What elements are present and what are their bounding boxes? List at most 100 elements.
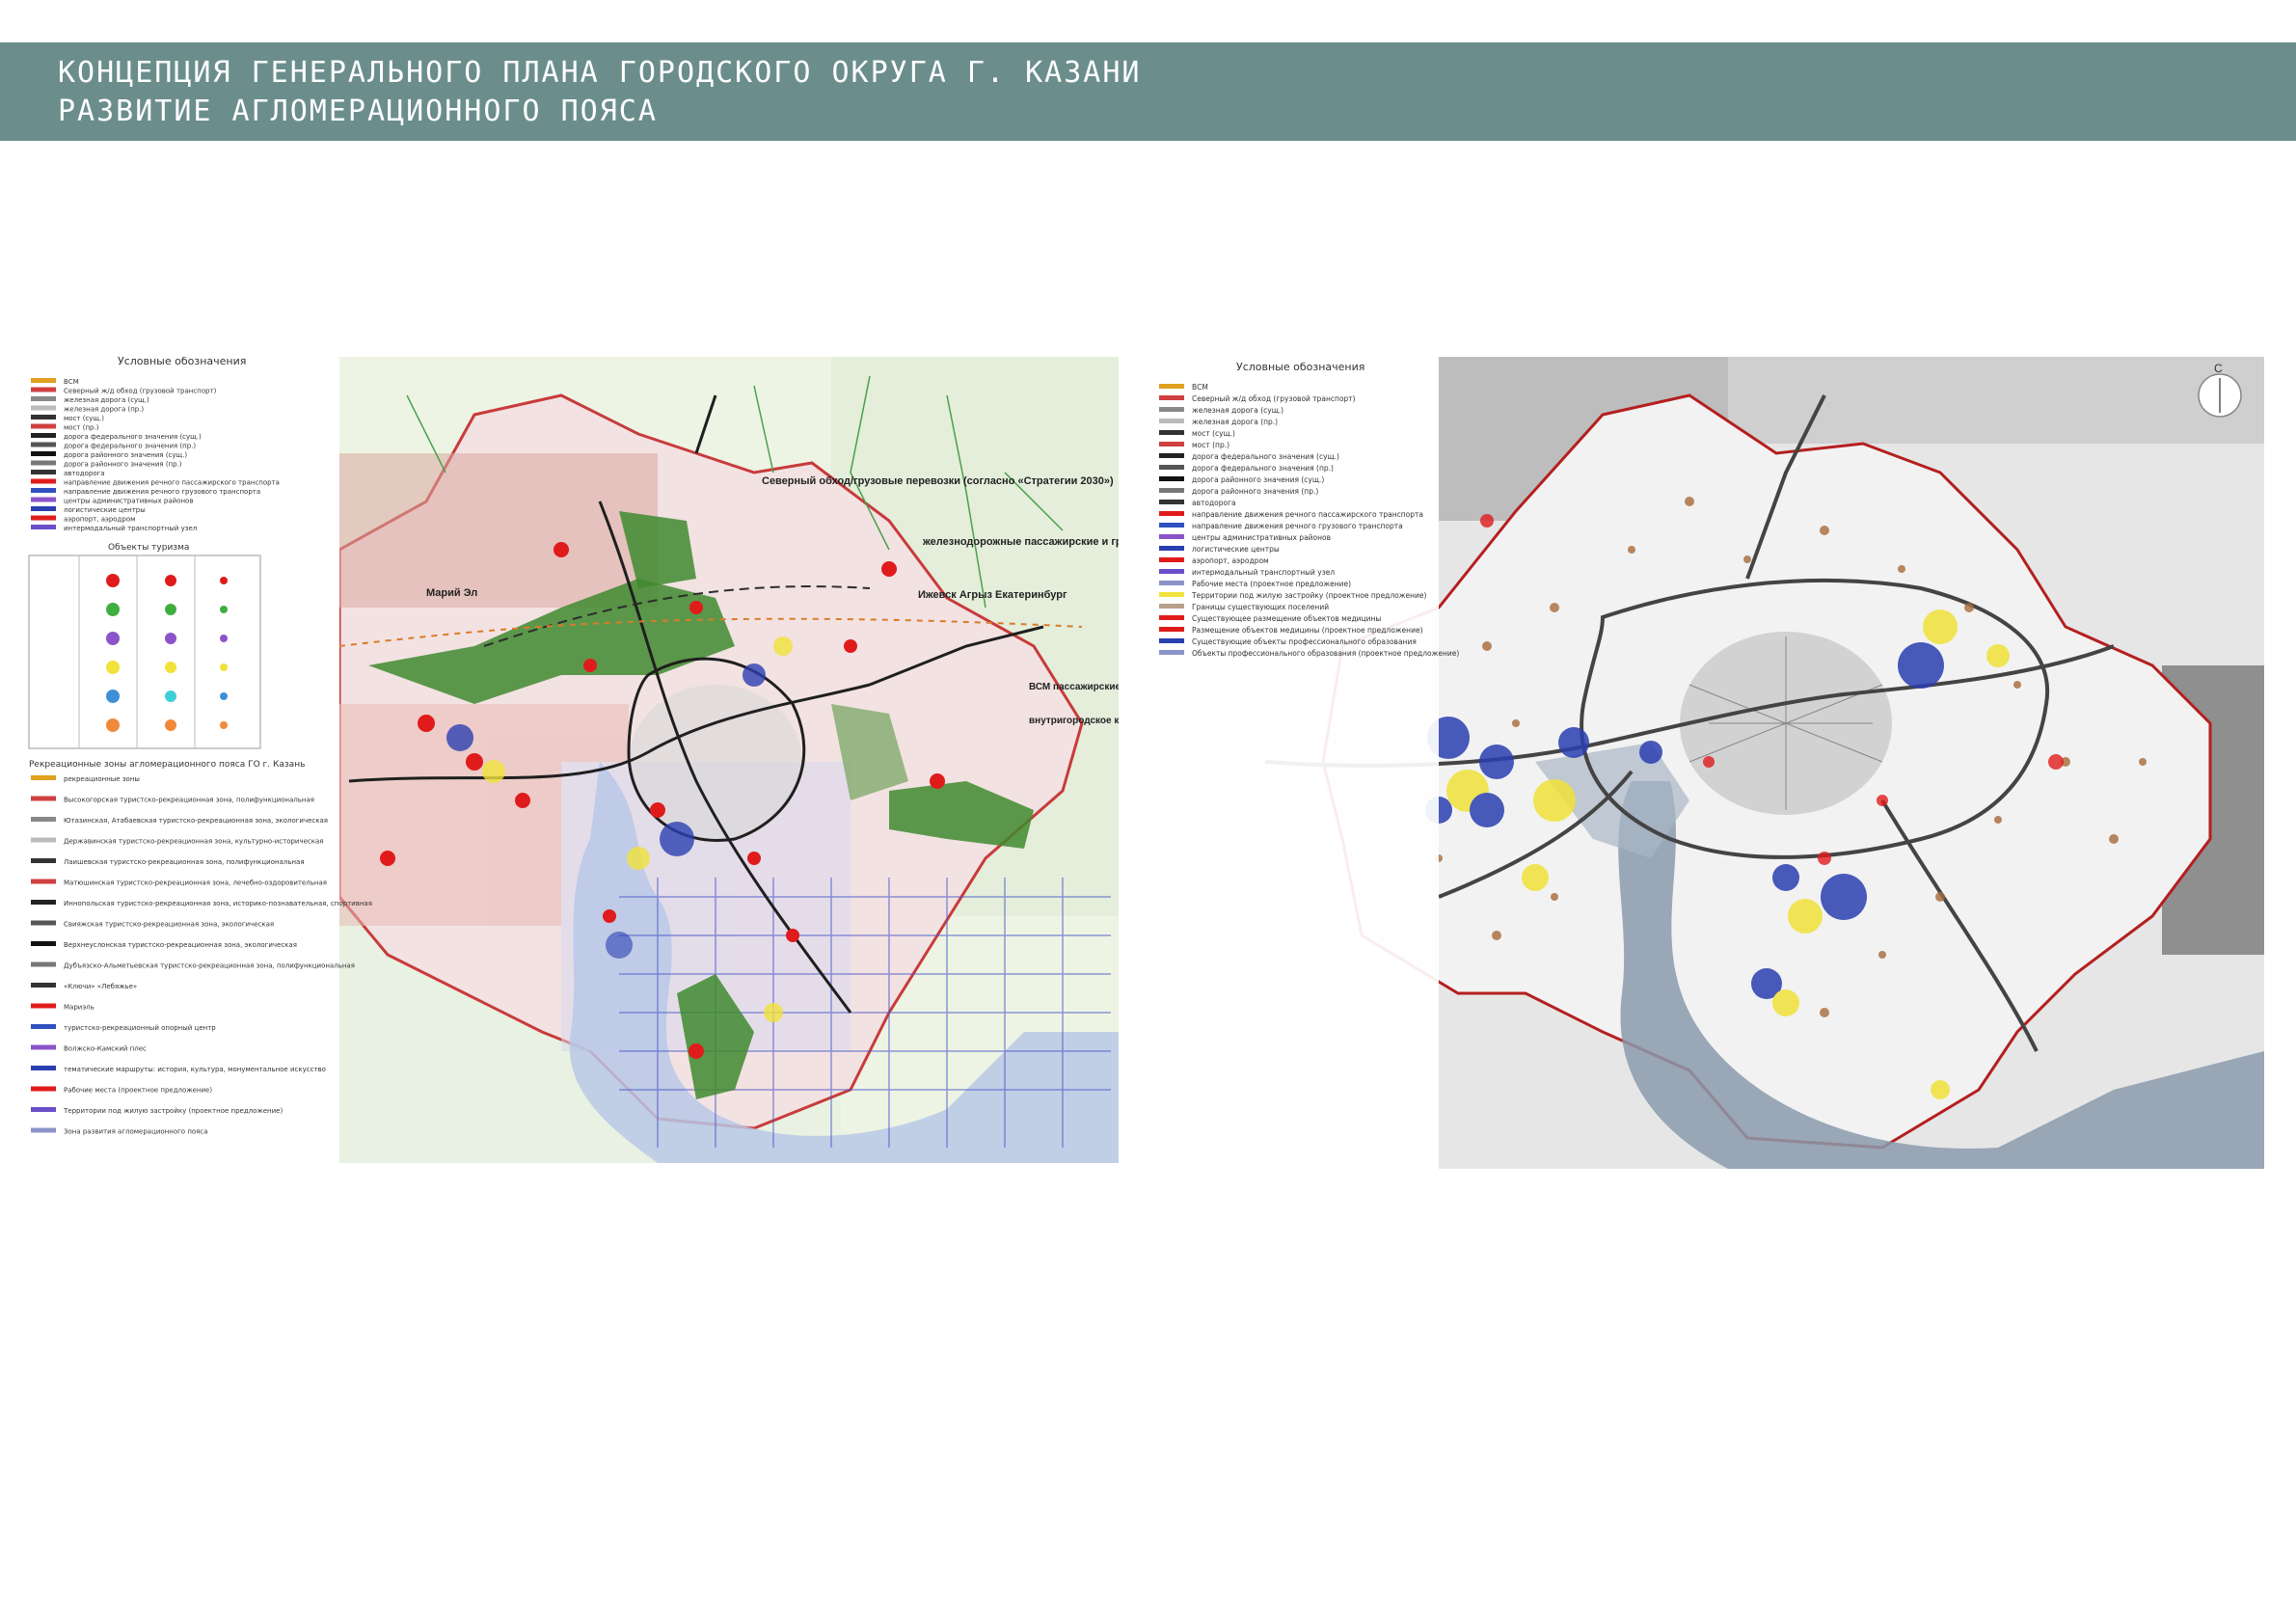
right-legend-item-swatch [1159,638,1184,643]
right-legend-item-swatch [1159,384,1184,389]
right-legend-item-label: аэропорт, аэродром [1192,556,1269,565]
left-legend-item-swatch [31,451,56,456]
title-banner: КОНЦЕПЦИЯ ГЕНЕРАЛЬНОГО ПЛАНА ГОРОДСКОГО … [0,42,2296,141]
left-legend-item-swatch [31,415,56,420]
label-inner-ring: внутригородское кольцо электротранспорта [1029,716,1119,726]
right-legend-item-label: железная дорога (пр.) [1192,418,1278,426]
title-line-1: КОНЦЕПЦИЯ ГЕНЕРАЛЬНОГО ПЛАНА ГОРОДСКОГО … [58,56,1142,90]
right-legend-item-swatch [1159,604,1184,609]
right-map-image: С Условные обозначения ВСМ Северный ж/д о… [1149,357,2264,1169]
left-map-image: Марий Эл Северный обход/грузовые перевоз… [21,357,1119,1163]
right-legend-item-label: дорога федерального значения (сущ.) [1192,452,1339,461]
right-legend-item-label: дорога районного значения (пр.) [1192,487,1318,496]
label-hsr: ВСМ пассажирские и грузовые перевозки [1029,682,1119,692]
right-legend-item-label: центры административных районов [1192,533,1331,542]
left-legend-item-swatch [31,423,56,429]
right-legend-item-label: Границы существующих поселений [1192,603,1329,611]
right-legend-item-swatch [1159,430,1184,435]
left-legend-item-label: автодорога [64,470,105,477]
right-legend-item-label: мост (пр.) [1192,441,1229,449]
left-legend-item-swatch [31,460,56,466]
left-legend-item-label: направление движения речного пассажирско… [64,479,280,487]
left-zone-item-label: тематические маршруты: история, культура… [64,1066,326,1073]
left-zones-title: Рекреационные зоны агломерационного пояс… [29,760,305,770]
left-zone-item-label: Матюшинская туристско-рекреационная зона… [64,880,327,887]
left-zone-item-swatch [31,1044,56,1050]
left-zone-item-label: Ютазинская, Атабаевская туристско-рекреа… [64,817,328,825]
right-legend-item-label: Территории под жилую застройку (проектно… [1191,591,1427,600]
left-legend-item-swatch [31,506,56,511]
right-legend-item-label: логистические центры [1192,545,1280,554]
left-legend-item-swatch [31,497,56,502]
left-legend-item-label: центры административных районов [64,498,193,505]
right-legend-item-label: Объекты профессионального образования (п… [1192,649,1459,658]
right-map-panel: С Условные обозначения ВСМ Северный ж/д о… [1149,357,2264,1169]
right-legend-item-swatch [1159,442,1184,447]
left-zone-item-swatch [31,961,56,967]
right-legend-item-swatch [1159,488,1184,493]
left-legend-item-swatch [31,387,56,392]
left-legend-item-label: дорога районного значения (сущ.) [64,451,187,459]
right-legend-item-label: железная дорога (сущ.) [1192,406,1283,415]
left-zone-item-swatch [31,1086,56,1092]
left-legend-item-label: аэропорт, аэродром [64,516,135,524]
left-zone-item-label: туристско-рекреационный опорный центр [64,1024,216,1032]
right-legend-item-label: дорога федерального значения (пр.) [1192,464,1334,473]
left-legend-item-label: железная дорога (сущ.) [64,396,149,404]
left-zone-item-swatch [31,1003,56,1009]
left-zone-item-swatch [31,900,56,905]
right-legend-item-swatch [1159,546,1184,551]
left-legend-item-label: логистические центры [64,506,146,514]
left-legend-item-label: мост (сущ.) [64,415,104,422]
label-railway: железнодорожные пассажирские и грузовые … [922,536,1119,548]
right-legend-item-label: интермодальный транспортный узел [1192,568,1335,577]
left-legend-item-swatch [31,433,56,438]
left-zone-item-swatch [31,1066,56,1070]
left-legend-item-label: ВСМ [64,378,79,386]
left-zone-item-swatch [31,920,56,926]
label-north-bypass: Северный обход/грузовые перевозки (согла… [762,475,1114,487]
left-zone-item-label: Свияжская туристско-рекреационная зона, … [64,921,274,929]
left-legend-item-swatch [31,442,56,447]
right-legend-item-label: Рабочие места (проектное предложение) [1192,580,1351,588]
left-zone-item-swatch [31,858,56,863]
right-legend-item-swatch [1159,465,1184,470]
compass-label: С [2214,362,2223,375]
right-legend-title: Условные обозначения [1236,361,1364,373]
right-legend-item-label: ВСМ [1192,383,1208,392]
left-legend-item-label: дорога районного значения (пр.) [64,461,182,469]
right-legend-item-swatch [1159,581,1184,585]
left-zone-item-swatch [31,796,56,801]
right-legend-item-swatch [1159,615,1184,620]
right-legend-item-swatch [1159,500,1184,504]
right-legend-item-label: Северный ж/д обход (грузовой транспорт) [1192,394,1356,403]
right-legend-item-label: дорога районного значения (сущ.) [1192,475,1324,484]
left-zone-item-swatch [31,879,56,884]
left-legend-item-swatch [31,488,56,493]
left-legend-item-label: дорога федерального значения (пр.) [64,443,196,450]
left-legend-item-swatch [31,378,56,383]
right-legend-item-swatch [1159,476,1184,481]
label-izhevsk: Ижевск Агрыз Екатеринбург [918,589,1067,601]
left-zone-item-label: «Ключи» «Лебяжье» [64,983,137,990]
left-zone-item-swatch [31,983,56,988]
left-legend-title: Условные обозначения [118,357,246,367]
left-legend-item-label: Северный ж/д обход (грузовой транспорт) [64,388,217,395]
left-zone-item-label: Верхнеуслонская туристско-рекреационная … [64,941,297,949]
title-line-2: РАЗВИТИЕ АГЛОМЕРАЦИОННОГО ПОЯСА [58,95,658,128]
right-legend-item-swatch [1159,419,1184,423]
right-legend-item-swatch [1159,523,1184,528]
left-zone-item-label: Территории под жилую застройку (проектно… [63,1107,283,1115]
left-zone-item-label: Мариэль [64,1004,95,1012]
right-legend-item-swatch [1159,511,1184,516]
right-legend-item-swatch [1159,592,1184,597]
left-zone-item-swatch [31,1127,56,1133]
left-legend-item-label: дорога федерального значения (сущ.) [64,433,202,441]
right-legend-item-label: Размещение объектов медицины (проектное … [1192,626,1423,635]
label-mari-el: Марий Эл [426,587,477,599]
right-legend-item-swatch [1159,627,1184,632]
right-legend-item-label: направление движения речного грузового т… [1192,522,1403,530]
left-legend-item-swatch [31,396,56,401]
left-legend-item-swatch [31,405,56,411]
left-legend-item-label: направление движения речного грузового т… [64,488,260,496]
